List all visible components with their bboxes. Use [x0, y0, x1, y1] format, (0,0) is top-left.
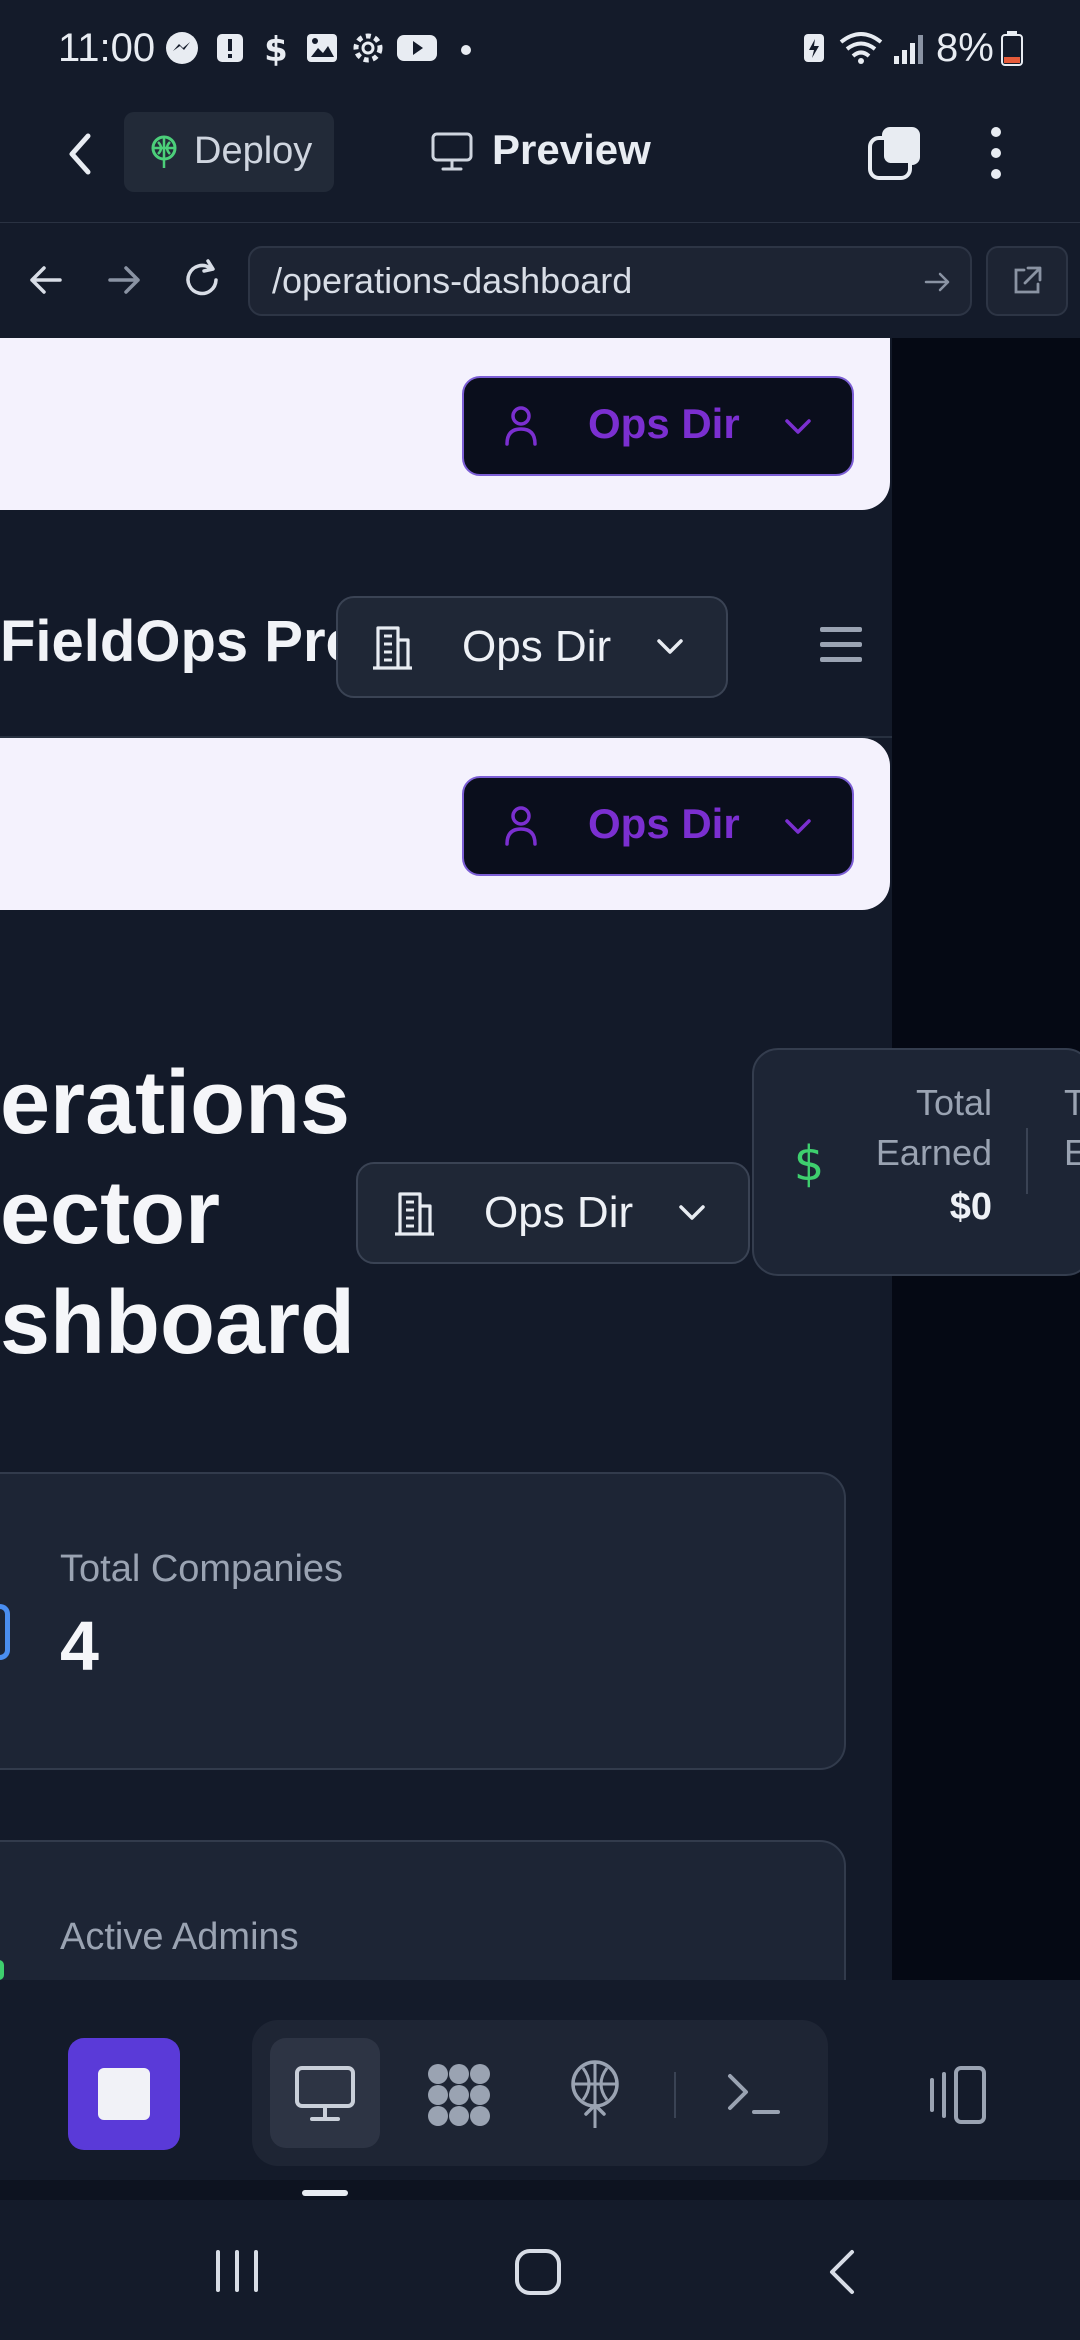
recent-apps-icon[interactable]	[212, 2248, 262, 2294]
url-text: /operations-dashboard	[272, 260, 633, 301]
brand-title: FieldOps Pro	[0, 609, 361, 674]
companies-icon	[0, 1604, 10, 1660]
alert-icon	[217, 34, 243, 62]
browser-back-icon[interactable]	[24, 258, 68, 302]
chevron-down-icon	[785, 419, 811, 434]
toolbar-divider	[674, 2072, 676, 2118]
preview-tab[interactable]: Preview	[492, 126, 651, 174]
settings-icon	[353, 33, 383, 63]
user-icon	[505, 806, 537, 846]
image-icon	[307, 34, 337, 62]
total-earned-label: Earned	[875, 1132, 992, 1173]
wifi-icon	[839, 32, 883, 64]
total-earned-label: Total	[915, 1082, 992, 1123]
more-vertical-icon[interactable]	[982, 124, 1010, 182]
back-arrow-icon[interactable]	[56, 124, 104, 184]
menu-icon[interactable]	[818, 624, 864, 666]
chevron-down-icon	[785, 819, 811, 834]
svg-text:$: $	[264, 30, 288, 66]
messenger-icon	[166, 32, 198, 64]
deploy-globe-icon[interactable]	[566, 2058, 624, 2130]
stat-card-total-companies	[0, 1472, 846, 1770]
role-dropdown-label: Ops Dir	[588, 800, 740, 847]
dashboard-title-line: ector	[0, 1163, 221, 1263]
user-icon	[505, 406, 537, 446]
total-earned-value: $0	[949, 1186, 992, 1228]
monitor-icon	[295, 2066, 355, 2121]
reload-icon[interactable]	[178, 256, 226, 304]
building-icon	[373, 626, 412, 670]
stop-icon	[98, 2068, 150, 2120]
stat-label: Active Admins	[60, 1916, 299, 1958]
dot-icon	[461, 45, 471, 55]
tabs-icon[interactable]	[866, 124, 924, 182]
chevron-down-icon	[657, 639, 683, 654]
dollar-icon: $	[264, 30, 288, 66]
dollar-icon: $	[794, 1136, 825, 1188]
battery-percent: 8%	[936, 26, 994, 70]
deploy-icon	[151, 135, 177, 168]
svg-text:$: $	[794, 1136, 825, 1188]
active-tool-indicator	[302, 2190, 348, 2196]
stat-value: 4	[60, 1607, 99, 1685]
monitor-icon	[431, 132, 473, 171]
dashboard-title-line: shboard	[0, 1273, 356, 1373]
workflow-icon[interactable]	[424, 2060, 494, 2130]
admins-icon	[0, 1960, 4, 1980]
role-dropdown-label: Ops Dir	[588, 400, 740, 447]
battery-icon	[1001, 31, 1023, 66]
youtube-icon	[397, 35, 437, 61]
dashboard-title-line: erations	[0, 1053, 351, 1153]
terminal-icon[interactable]	[726, 2070, 782, 2118]
browser-forward-icon[interactable]	[102, 258, 146, 302]
company-dropdown-label: Ops Dir	[462, 622, 612, 671]
deploy-label: Deploy	[194, 130, 313, 172]
next-stat-label: E	[1064, 1132, 1080, 1173]
panels-icon[interactable]	[922, 2064, 990, 2126]
go-arrow-icon[interactable]	[922, 266, 954, 298]
next-stat-label: T	[1064, 1082, 1080, 1123]
external-link-icon	[1014, 266, 1042, 294]
building-icon	[395, 1192, 434, 1236]
home-icon[interactable]	[512, 2246, 564, 2298]
status-time: 11:00	[58, 26, 156, 70]
signal-icon	[894, 35, 923, 64]
system-back-icon[interactable]	[822, 2246, 862, 2298]
chevron-down-icon	[679, 1205, 705, 1220]
earnings-divider	[1026, 1128, 1028, 1194]
battery-saver-icon	[804, 34, 824, 62]
stat-label: Total Companies	[60, 1548, 344, 1590]
company-dropdown-label: Ops Dir	[484, 1188, 634, 1237]
